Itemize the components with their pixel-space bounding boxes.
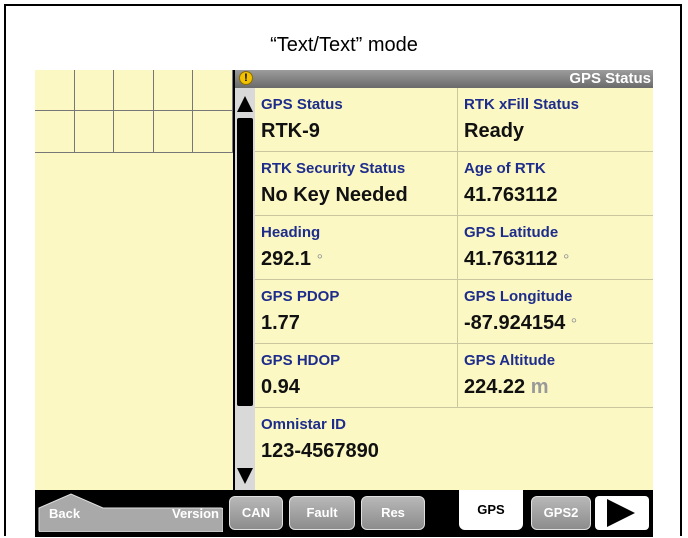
tab-res[interactable]: Res bbox=[361, 496, 425, 530]
cell-label: GPS Longitude bbox=[464, 288, 573, 305]
scroll-thumb[interactable] bbox=[237, 118, 253, 406]
version-label[interactable]: Version bbox=[172, 506, 219, 521]
back-version-button[interactable]: Back Version bbox=[37, 492, 223, 532]
grid-cell[interactable] bbox=[114, 111, 154, 152]
arrow-down-icon bbox=[237, 468, 253, 484]
cell-value: 41.763112 bbox=[464, 184, 558, 206]
cell-label: GPS Latitude bbox=[464, 224, 559, 241]
cell-age-of-rtk[interactable]: Age of RTK 41.763112 bbox=[458, 152, 653, 216]
arrow-right-icon bbox=[607, 499, 635, 527]
display-screen: ! GPS Status GPS Status RTK-9 RTK xFill … bbox=[35, 70, 653, 537]
tab-can[interactable]: CAN bbox=[229, 496, 283, 530]
grid-cell[interactable] bbox=[153, 70, 194, 111]
cell-label: Age of RTK bbox=[464, 160, 546, 177]
grid-cell[interactable] bbox=[193, 111, 233, 152]
cell-label: Heading bbox=[261, 224, 321, 241]
cell-value: 123-4567890 bbox=[261, 440, 379, 462]
vertical-scrollbar[interactable] bbox=[235, 88, 255, 490]
cell-value: 224.22 m bbox=[464, 376, 549, 398]
grid-cell[interactable] bbox=[35, 70, 75, 111]
cell-label: GPS Altitude bbox=[464, 352, 556, 369]
figure-caption: “Text/Text” mode bbox=[270, 34, 418, 56]
cell-gps-altitude[interactable]: GPS Altitude 224.22 m bbox=[458, 344, 653, 408]
meter-unit: m bbox=[530, 376, 549, 398]
cell-label: Omnistar ID bbox=[261, 416, 347, 433]
next-page-button[interactable] bbox=[595, 496, 649, 530]
cell-gps-hdop[interactable]: GPS HDOP 0.94 bbox=[255, 344, 458, 408]
cell-omnistar-id[interactable]: Omnistar ID 123-4567890 bbox=[255, 408, 653, 472]
tab-fault[interactable]: Fault bbox=[289, 496, 355, 530]
bottom-tab-bar: Back Version CAN Fault Res GPS GPS2 bbox=[35, 490, 653, 537]
cell-label: GPS HDOP bbox=[261, 352, 341, 369]
grid-cell[interactable] bbox=[193, 70, 233, 111]
panel-title: GPS Status bbox=[569, 70, 651, 87]
cell-value: 1.77 bbox=[261, 312, 300, 334]
cell-label: RTK xFill Status bbox=[464, 96, 580, 113]
cell-heading[interactable]: Heading 292.1 ° bbox=[255, 216, 458, 280]
cell-value: Ready bbox=[464, 120, 525, 142]
left-panel bbox=[35, 70, 233, 490]
degree-unit: ° bbox=[316, 252, 324, 269]
grid-cell[interactable] bbox=[75, 111, 115, 152]
cell-value: 0.94 bbox=[261, 376, 300, 398]
back-label[interactable]: Back bbox=[49, 506, 80, 521]
cell-rtk-security-status[interactable]: RTK Security Status No Key Needed bbox=[255, 152, 458, 216]
arrow-up-icon bbox=[237, 96, 253, 112]
grid-cell[interactable] bbox=[114, 70, 154, 111]
grid-cell[interactable] bbox=[35, 111, 75, 152]
cell-gps-status[interactable]: GPS Status RTK-9 bbox=[255, 88, 458, 152]
cell-value: RTK-9 bbox=[261, 120, 320, 142]
grid-cell[interactable] bbox=[154, 111, 194, 152]
cell-value: 41.763112 ° bbox=[464, 248, 570, 270]
warning-icon: ! bbox=[239, 71, 253, 85]
cell-label: GPS PDOP bbox=[261, 288, 340, 305]
cell-value: 292.1 ° bbox=[261, 248, 324, 270]
tab-gps[interactable]: GPS bbox=[459, 490, 523, 530]
cell-label: RTK Security Status bbox=[261, 160, 406, 177]
cell-value: -87.924154 ° bbox=[464, 312, 578, 334]
degree-unit: ° bbox=[570, 316, 578, 333]
gps-status-panel: ! GPS Status GPS Status RTK-9 RTK xFill … bbox=[235, 70, 653, 490]
status-cells: GPS Status RTK-9 RTK xFill Status Ready … bbox=[255, 88, 653, 490]
grid-cell[interactable] bbox=[74, 70, 115, 111]
scroll-down-button[interactable] bbox=[235, 462, 255, 490]
cell-gps-pdop[interactable]: GPS PDOP 1.77 bbox=[255, 280, 458, 344]
run-screen-grid bbox=[35, 70, 233, 153]
scroll-up-button[interactable] bbox=[235, 88, 255, 116]
tab-gps2[interactable]: GPS2 bbox=[531, 496, 591, 530]
cell-gps-latitude[interactable]: GPS Latitude 41.763112 ° bbox=[458, 216, 653, 280]
degree-unit: ° bbox=[563, 252, 570, 269]
cell-label: GPS Status bbox=[261, 96, 343, 113]
panel-titlebar: ! GPS Status bbox=[235, 70, 653, 88]
cell-rtk-xfill-status[interactable]: RTK xFill Status Ready bbox=[458, 88, 653, 152]
cell-value: No Key Needed bbox=[261, 184, 408, 206]
cell-gps-longitude[interactable]: GPS Longitude -87.924154 ° bbox=[458, 280, 653, 344]
